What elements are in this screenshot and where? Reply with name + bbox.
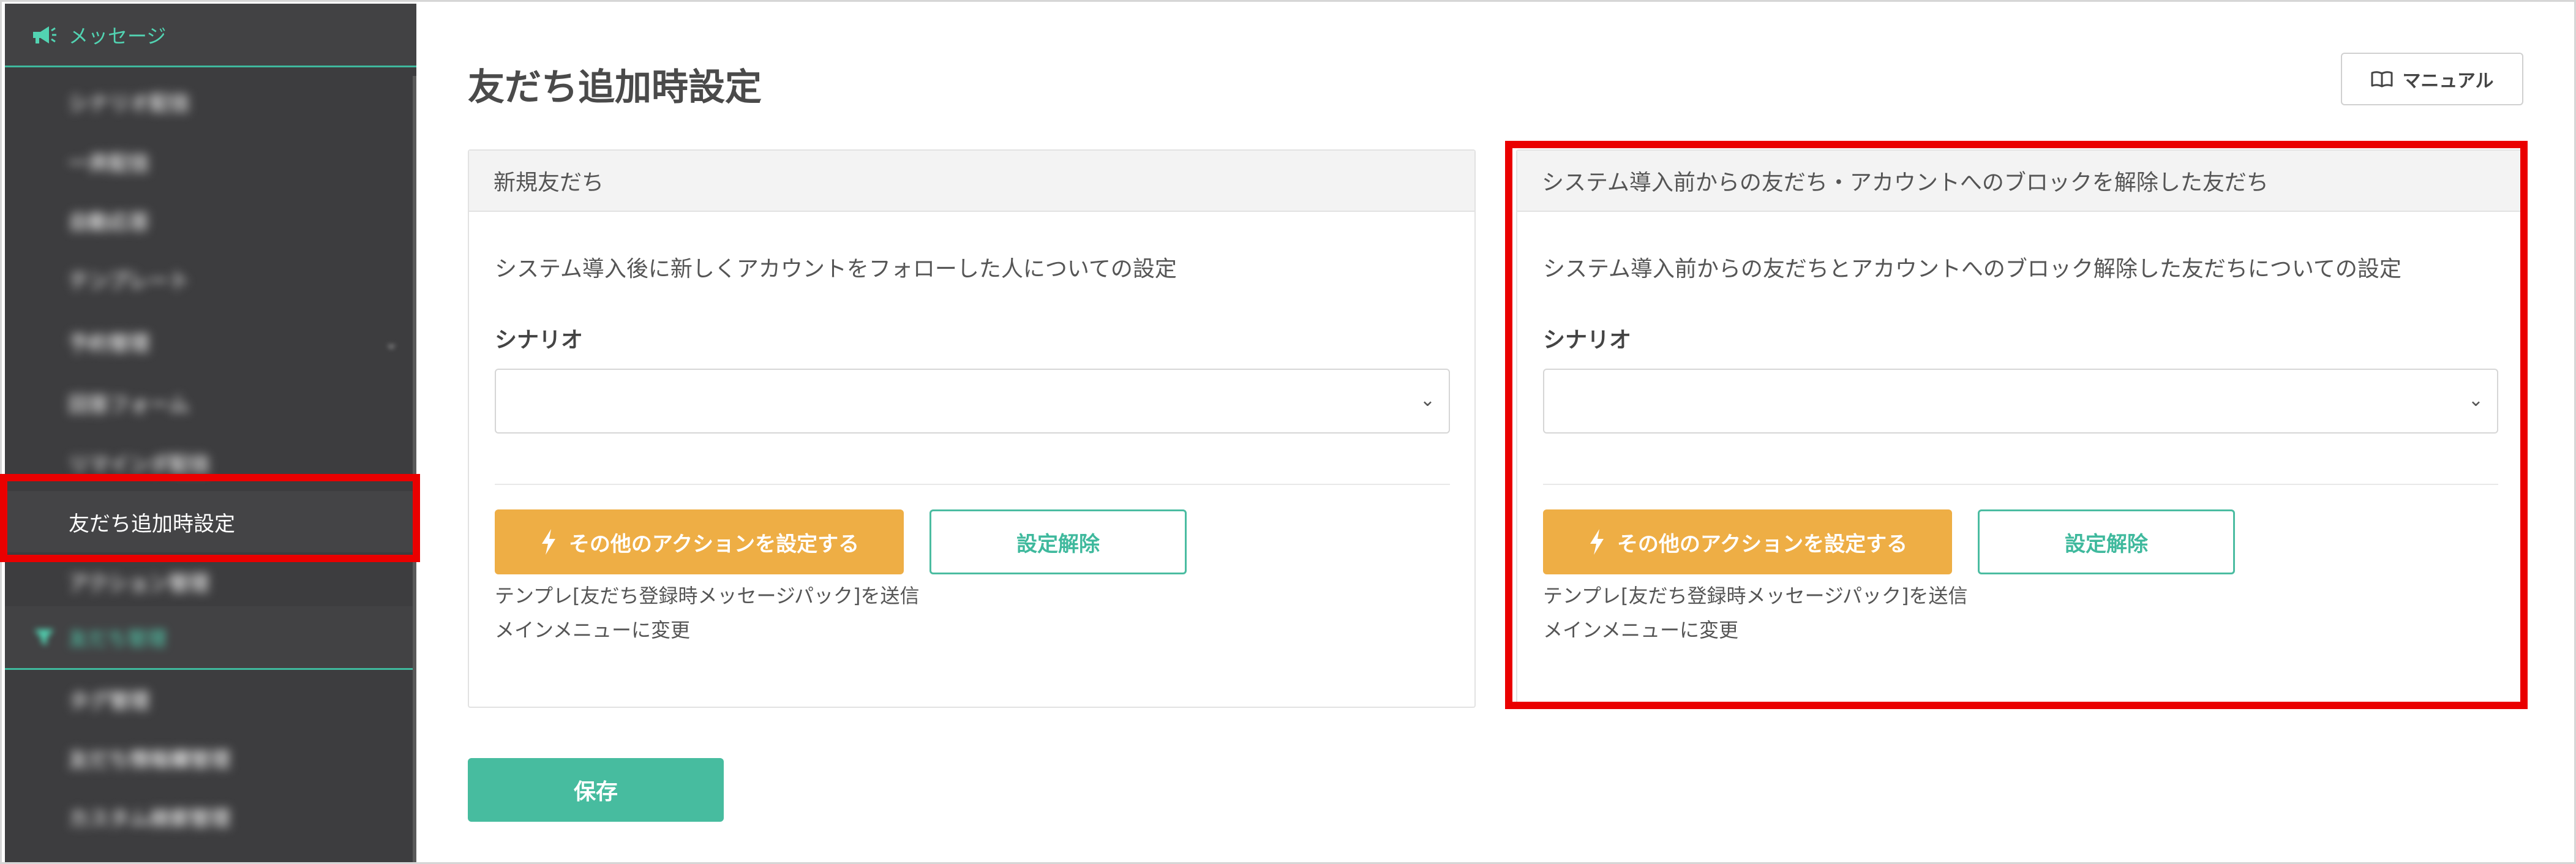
funnel-icon bbox=[34, 629, 54, 645]
sidebar-section-label: メッセージ bbox=[69, 24, 167, 48]
chevron-down-icon: ⌄ bbox=[1419, 389, 1435, 411]
book-icon bbox=[2371, 71, 2393, 88]
scenario-select[interactable]: ⌄ bbox=[495, 369, 1450, 434]
other-actions-button-label: その他のアクションを設定する bbox=[568, 532, 860, 557]
sidebar-scrollbar[interactable] bbox=[413, 76, 416, 862]
sidebar-item-label: 予約管理 bbox=[69, 331, 149, 355]
unset-button-label: 設定解除 bbox=[1016, 532, 1100, 557]
sidebar-item-label: 友だち情報欄管理 bbox=[69, 748, 230, 772]
sidebar-item-tag-management[interactable]: タグ管理 bbox=[5, 669, 416, 730]
action-note: メインメニューに変更 bbox=[495, 618, 691, 642]
sidebar-item-broadcast[interactable]: 一斉配信 bbox=[5, 131, 416, 192]
sidebar: メッセージ シナリオ配信 一斉配信 自動応答 テンプレート 予約管理 ⌄ 回答フ… bbox=[5, 4, 416, 862]
manual-button-label: マニュアル bbox=[2402, 70, 2494, 92]
sidebar-item-label: アクション管理 bbox=[69, 571, 209, 595]
scenario-label: シナリオ bbox=[495, 328, 584, 353]
sidebar-item-custom-search[interactable]: カスタム検索管理 bbox=[5, 786, 416, 847]
lightning-icon bbox=[541, 529, 555, 555]
sidebar-item-reservation[interactable]: 予約管理 ⌄ bbox=[5, 311, 416, 372]
megaphone-icon bbox=[33, 26, 56, 43]
card-description: システム導入後に新しくアカウントをフォローした人についての設定 bbox=[495, 257, 1177, 282]
sidebar-item-template[interactable]: テンプレート bbox=[5, 249, 416, 310]
manual-button[interactable]: マニュアル bbox=[2341, 53, 2523, 105]
save-button[interactable]: 保存 bbox=[468, 758, 724, 822]
sidebar-item-label: リマインダ配信 bbox=[69, 453, 210, 476]
sidebar-item-label: カスタム検索管理 bbox=[69, 806, 230, 830]
annotation-highlight-sidebar bbox=[0, 474, 420, 562]
sidebar-item-label: テンプレート bbox=[69, 269, 190, 293]
sidebar-section-label: 友だち管理 bbox=[69, 626, 167, 650]
card-header: 新規友だち bbox=[469, 151, 1474, 212]
action-note: テンプレ[友だち登録時メッセージパック]を送信 bbox=[495, 584, 920, 607]
save-button-label: 保存 bbox=[573, 779, 618, 805]
sidebar-item-label: 一斉配信 bbox=[69, 151, 149, 175]
card-new-friends: 新規友だち システム導入後に新しくアカウントをフォローした人についての設定 シナ… bbox=[468, 149, 1476, 708]
sidebar-item-answer-form[interactable]: 回答フォーム bbox=[5, 372, 416, 434]
sidebar-item-label: 回答フォーム bbox=[69, 393, 190, 416]
chevron-down-icon: ⌄ bbox=[385, 334, 398, 353]
sidebar-item-auto-reply[interactable]: 自動応答 bbox=[5, 190, 416, 251]
annotation-highlight-card bbox=[1505, 141, 2528, 709]
page-title: 友だち追加時設定 bbox=[468, 66, 762, 109]
sidebar-item-label: シナリオ配信 bbox=[69, 91, 190, 115]
unset-button[interactable]: 設定解除 bbox=[929, 509, 1187, 574]
divider bbox=[495, 484, 1450, 485]
sidebar-item-scenario[interactable]: シナリオ配信 bbox=[5, 71, 416, 132]
sidebar-item-label: 自動応答 bbox=[69, 210, 149, 234]
sidebar-section-friends[interactable]: 友だち管理 bbox=[5, 606, 416, 670]
sidebar-item-friend-info[interactable]: 友だち情報欄管理 bbox=[5, 727, 416, 789]
sidebar-section-messages[interactable]: メッセージ bbox=[5, 4, 416, 67]
other-actions-button[interactable]: その他のアクションを設定する bbox=[495, 509, 904, 574]
sidebar-item-label: タグ管理 bbox=[69, 689, 149, 713]
